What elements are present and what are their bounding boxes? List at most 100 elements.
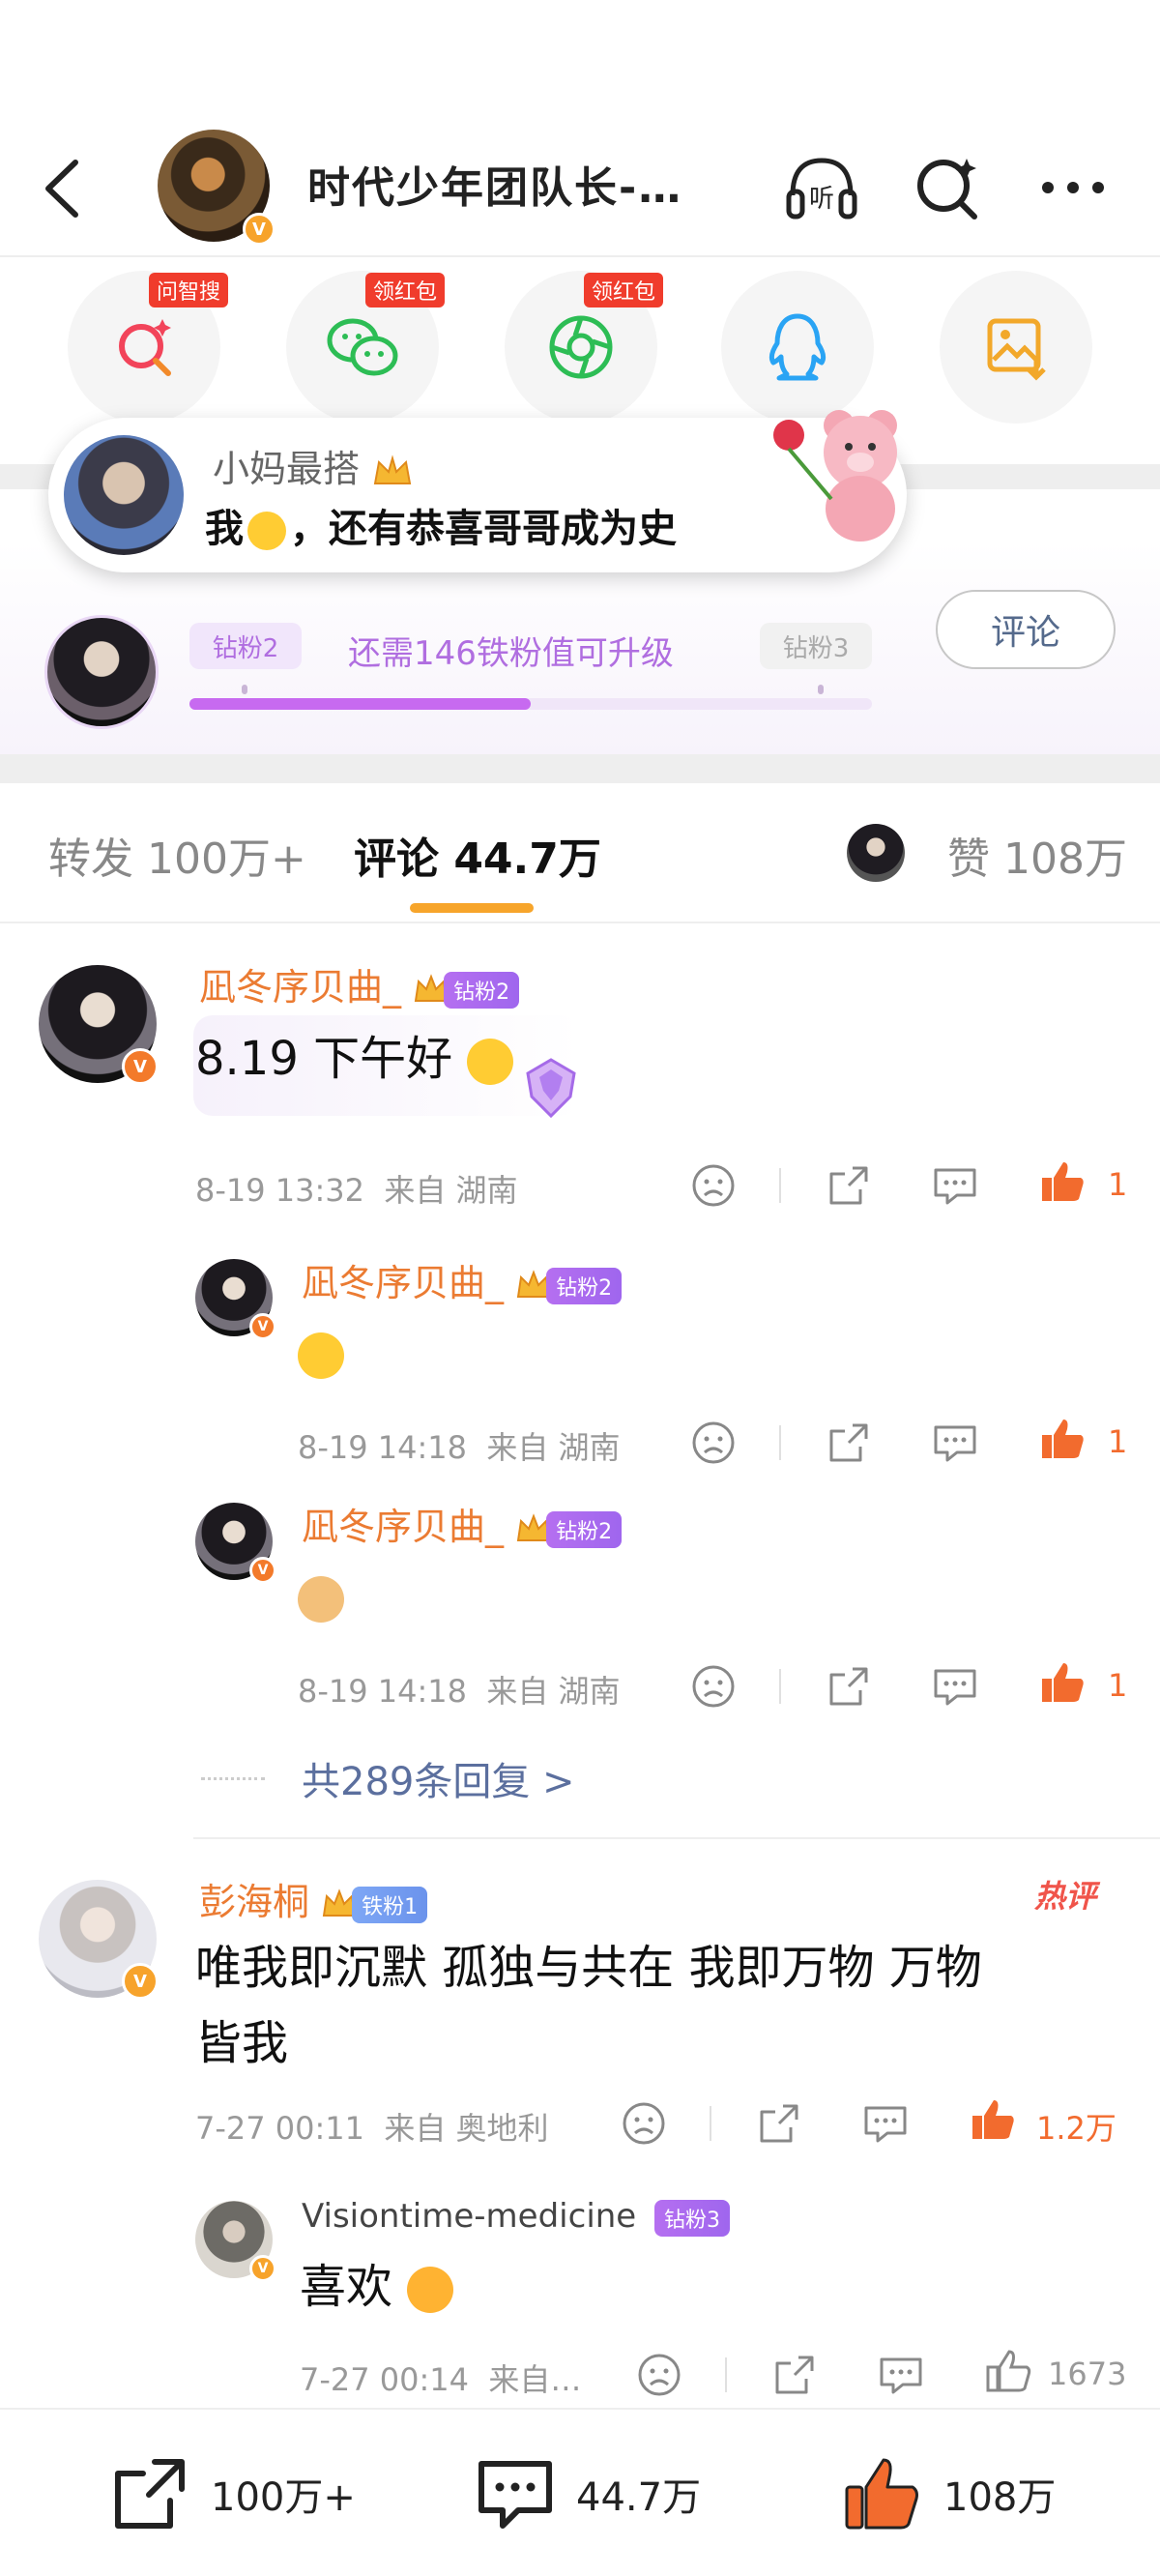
- verified-badge-icon: V: [249, 2255, 276, 2282]
- share-row: 问智搜 领红包 领红包: [0, 271, 1160, 425]
- like-thumb-outline-icon[interactable]: [984, 2346, 1034, 2396]
- comment-text-content: 8.19 下午好: [195, 1032, 453, 1086]
- like-thumb-icon[interactable]: [1038, 1156, 1088, 1207]
- reply-meta: 8-19 14:18 来自 湖南: [298, 1667, 621, 1712]
- dislike-face-icon[interactable]: [688, 1661, 739, 1712]
- dislike-face-icon[interactable]: [688, 1160, 739, 1211]
- comment-bubble-icon: [478, 2461, 552, 2529]
- reply-text: [298, 1559, 344, 1634]
- like-thumb-icon[interactable]: [1038, 1657, 1088, 1708]
- hot-comment-badge: 热评: [1034, 1878, 1097, 1915]
- reply-location: 来自…: [488, 2361, 582, 2398]
- toast-sender: 小妈最搭: [213, 439, 414, 492]
- fan-progress-fill: [189, 698, 531, 710]
- action-separator: [779, 1168, 781, 1203]
- replier-name[interactable]: 凪冬序贝曲_ 钻粉2: [302, 1253, 623, 1306]
- listen-label: 听: [809, 185, 834, 214]
- dislike-face-icon[interactable]: [688, 1418, 739, 1468]
- action-separator: [779, 1669, 781, 1704]
- commenter-name-text: 凪冬序贝曲_: [199, 966, 402, 1009]
- commenter-avatar[interactable]: V: [39, 965, 159, 1085]
- replier-name[interactable]: Visiontime-medicine 钻粉3: [302, 2197, 731, 2237]
- repost-icon: [115, 2459, 185, 2529]
- diamond-gem-icon: [526, 1058, 576, 1119]
- like-thumb-icon: [845, 2458, 918, 2530]
- toast-sender-name: 小妈最搭: [213, 448, 361, 490]
- comment-time: 8-19 13:32: [195, 1172, 365, 1209]
- like-count: 1: [1108, 1423, 1128, 1460]
- author-avatar[interactable]: V: [158, 130, 276, 246]
- reply-location: 来自 湖南: [486, 1673, 621, 1710]
- reply-bubble-icon[interactable]: [930, 1160, 980, 1211]
- share-icon[interactable]: [769, 2350, 820, 2400]
- reply-bubble-icon[interactable]: [930, 1661, 980, 1712]
- crown-icon: [373, 454, 412, 484]
- love-emoji-icon: [407, 2267, 454, 2313]
- replier-avatar[interactable]: V: [195, 1259, 276, 1340]
- bottom-repost-count: 100万+: [211, 2475, 356, 2520]
- comment-text-line: 皆我: [195, 2016, 289, 2070]
- bottom-action-bar: 100万+ 44.7万 108万: [0, 2408, 1160, 2576]
- reply-time: 7-27 00:14: [300, 2361, 470, 2398]
- share-icon[interactable]: [824, 1418, 874, 1468]
- active-tab-indicator: [410, 903, 534, 913]
- my-avatar[interactable]: [44, 615, 159, 729]
- fan-level-tag: 钻粉3: [654, 2199, 731, 2237]
- reply-bubble-icon[interactable]: [876, 2350, 926, 2400]
- reply-time: 8-19 14:18: [298, 1429, 468, 1466]
- commenter-name-text: 彭海桐: [199, 1881, 310, 1923]
- page-title[interactable]: 时代少年团队长-…: [307, 153, 682, 215]
- search-icon[interactable]: [909, 149, 986, 226]
- surprised-emoji-icon: [247, 512, 286, 550]
- dislike-face-icon[interactable]: [634, 2350, 684, 2400]
- like-thumb-icon[interactable]: [1038, 1414, 1088, 1464]
- action-separator: [725, 2357, 727, 2392]
- commenter-name[interactable]: 凪冬序贝曲_ 钻粉2: [199, 957, 520, 1010]
- back-arrow-icon[interactable]: [39, 155, 87, 222]
- tab-comments[interactable]: 评论 44.7万: [354, 824, 601, 886]
- like-count: 1.2万: [1036, 2110, 1116, 2147]
- replier-name[interactable]: 凪冬序贝曲_ 钻粉2: [302, 1497, 623, 1550]
- share-icon[interactable]: [824, 1661, 874, 1712]
- comment-location: 来自 奥地利: [384, 2110, 549, 2147]
- tab-likes[interactable]: 赞 108万: [947, 824, 1127, 886]
- tab-repost[interactable]: 转发 100万+: [48, 824, 306, 886]
- share-icon[interactable]: [754, 2098, 804, 2149]
- replier-avatar[interactable]: V: [195, 2201, 276, 2282]
- save-image-icon: [987, 318, 1046, 381]
- view-more-replies-link[interactable]: 共289条回复 >: [302, 1750, 575, 1806]
- verified-badge-icon: V: [122, 1048, 159, 1085]
- comment-button[interactable]: 评论: [936, 590, 1116, 669]
- fan-progress-bar: [189, 698, 872, 710]
- share-icon[interactable]: [824, 1160, 874, 1211]
- top-bar: V 时代少年团队长-… 听: [0, 116, 1160, 261]
- reply-bubble-icon[interactable]: [860, 2098, 911, 2149]
- more-options-icon[interactable]: [1034, 149, 1112, 226]
- dog-emoji-icon: [298, 1576, 344, 1623]
- commenter-avatar[interactable]: V: [39, 1880, 159, 2000]
- progress-tick: [818, 685, 824, 694]
- reply-text: 喜欢: [300, 2249, 454, 2325]
- dislike-face-icon[interactable]: [619, 2098, 669, 2149]
- comment-divider: [193, 1837, 1160, 1839]
- wechat-icon: [327, 318, 398, 376]
- comment-text: 8.19 下午好: [195, 1021, 514, 1097]
- share-tag-moments: 领红包: [584, 273, 664, 307]
- reply-bubble-icon[interactable]: [930, 1418, 980, 1468]
- bottom-like-button[interactable]: 108万: [841, 2452, 1056, 2535]
- replier-avatar[interactable]: V: [195, 1503, 276, 1584]
- save-image-button[interactable]: [940, 271, 1092, 424]
- listen-headphones-icon[interactable]: 听: [783, 149, 860, 226]
- commenter-name[interactable]: 彭海桐 铁粉1: [199, 1872, 428, 1925]
- bottom-comment-button[interactable]: 44.7万: [474, 2452, 701, 2535]
- like-thumb-icon[interactable]: [969, 2094, 1019, 2145]
- reply-time: 8-19 14:18: [298, 1673, 468, 1710]
- toast-message-prefix: 我: [205, 507, 244, 551]
- reply-meta: 8-19 14:18 来自 湖南: [298, 1423, 621, 1468]
- bottom-repost-button[interactable]: 100万+: [108, 2452, 356, 2535]
- content-tabs: 转发 100万+ 评论 44.7万 赞 108万: [0, 783, 1160, 923]
- toast-message: 我 ，还有恭喜哥哥成为史: [205, 497, 677, 553]
- current-fan-level: 钻粉2: [189, 623, 302, 669]
- share-tag-wechat: 领红包: [365, 273, 446, 307]
- fan-level-tag: 钻粉2: [444, 971, 520, 1009]
